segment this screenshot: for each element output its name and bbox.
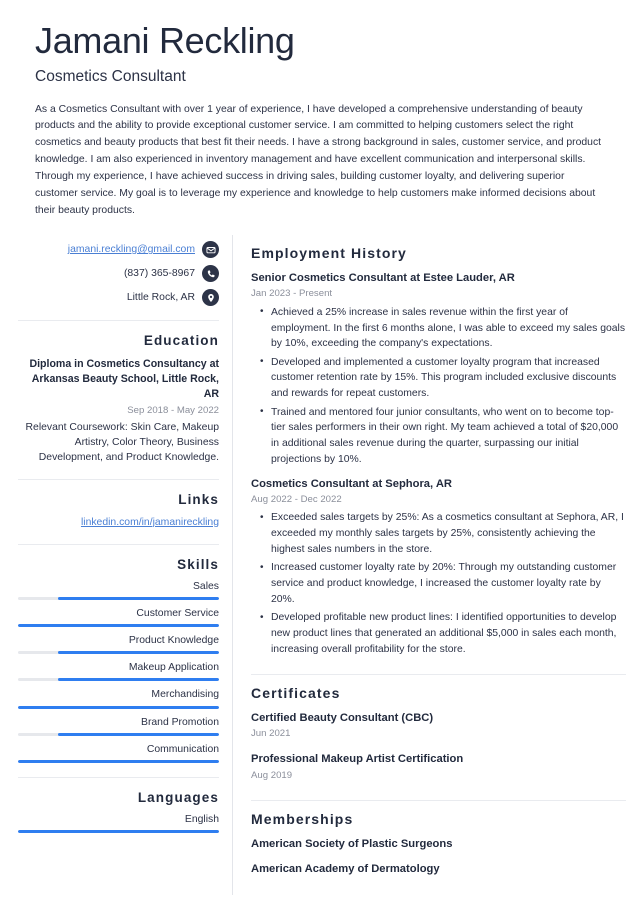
skill-bar-fill	[58, 732, 219, 736]
employment-block: Employment History Senior Cosmetics Cons…	[251, 235, 626, 676]
links-block: Links linkedin.com/in/jamanireckling	[18, 480, 219, 546]
certificates-heading: Certificates	[251, 685, 341, 702]
skill-label: Makeup Application	[128, 662, 219, 674]
memberships-heading: Memberships	[251, 810, 354, 827]
employment-title: Senior Cosmetics Consultant at Estee Lau…	[251, 272, 515, 285]
skill-item: Sales	[18, 580, 219, 601]
phone-icon	[202, 265, 219, 283]
employment-entry: Cosmetics Consultant at Sephora, AR Aug …	[251, 477, 626, 658]
membership-item: American Academy of Dermatology	[251, 863, 440, 876]
links-heading: Links	[178, 492, 219, 508]
skill-label: Sales	[193, 581, 219, 593]
skill-item: Communication	[18, 743, 219, 763]
skill-label: Communication	[146, 743, 219, 755]
employment-bullets: Achieved a 25% increase in sales revenue…	[251, 304, 626, 468]
contact-block: jamani.reckling@gmail.com (837) 365-8967…	[18, 235, 219, 322]
skill-label: Product Knowledge	[128, 635, 219, 647]
employment-bullets: Exceeded sales targets by 25%: As a cosm…	[251, 510, 626, 657]
skill-label: Merchandising	[151, 689, 219, 701]
contact-row-email[interactable]: jamani.reckling@gmail.com	[18, 241, 219, 259]
candidate-job-title: Cosmetics Consultant	[35, 68, 186, 86]
skills-heading: Skills	[177, 557, 219, 573]
education-degree: Diploma in Cosmetics Consultancy at Arka…	[29, 357, 219, 400]
email-text[interactable]: jamani.reckling@gmail.com	[68, 243, 195, 257]
employment-title: Cosmetics Consultant at Sephora, AR	[251, 477, 452, 490]
language-item: English	[18, 813, 219, 833]
phone-text: (837) 365-8967	[123, 268, 195, 280]
education-date: Sep 2018 - May 2022	[127, 404, 219, 416]
education-entry: Diploma in Cosmetics Consultancy at Arka…	[18, 357, 219, 466]
skill-label: Brand Promotion	[141, 716, 219, 728]
skill-bar-track	[18, 732, 219, 736]
resume-header: Jamani Reckling Cosmetics Consultant As …	[0, 0, 640, 219]
skills-block: Skills Sales Customer Service Product Kn…	[18, 545, 219, 778]
education-heading: Education	[143, 333, 219, 349]
language-label: English	[184, 813, 219, 825]
language-bar-fill	[18, 829, 219, 833]
bullet-item: Increased customer loyalty rate by 20%: …	[260, 560, 626, 607]
sidebar-column: jamani.reckling@gmail.com (837) 365-8967…	[0, 235, 232, 895]
skill-bar-track	[18, 624, 219, 628]
certificate-title: Certified Beauty Consultant (CBC)	[251, 711, 434, 724]
skill-bar-fill	[58, 678, 219, 682]
envelope-icon	[202, 241, 219, 259]
skill-bar-track	[18, 678, 219, 682]
skill-label: Customer Service	[136, 608, 219, 620]
education-block: Education Diploma in Cosmetics Consultan…	[18, 321, 219, 481]
location-pin-icon	[202, 289, 219, 307]
main-column: Employment History Senior Cosmetics Cons…	[233, 235, 640, 895]
languages-block: Languages English	[18, 778, 219, 847]
profile-summary: As a Cosmetics Consultant with over 1 ye…	[35, 103, 602, 216]
contact-row-phone[interactable]: (837) 365-8967	[18, 265, 219, 283]
skill-item: Brand Promotion	[18, 716, 219, 736]
language-bar-track	[18, 829, 219, 833]
skill-item: Customer Service	[18, 607, 219, 628]
skill-bar-fill	[18, 759, 219, 763]
certificate-date: Aug 2019	[251, 769, 293, 781]
employment-date: Aug 2022 - Dec 2022	[251, 493, 342, 505]
membership-item: American Society of Plastic Surgeons	[251, 837, 453, 850]
resume-document: Jamani Reckling Cosmetics Consultant As …	[0, 0, 640, 896]
education-description: Relevant Coursework: Skin Care, Makeup A…	[25, 422, 219, 464]
employment-heading: Employment History	[251, 245, 407, 262]
candidate-name: Jamani Reckling	[35, 20, 295, 61]
location-text: Little Rock, AR	[126, 292, 195, 304]
skill-bar-fill	[18, 705, 219, 709]
bullet-item: Exceeded sales targets by 25%: As a cosm…	[260, 510, 626, 557]
contact-row-location: Little Rock, AR	[18, 289, 219, 307]
bullet-item: Developed profitable new product lines: …	[260, 610, 626, 657]
certificate-title: Professional Makeup Artist Certification	[251, 753, 464, 766]
certificate-entry: Professional Makeup Artist Certification…	[251, 752, 626, 783]
skill-bar-fill	[58, 597, 219, 601]
bullet-item: Achieved a 25% increase in sales revenue…	[260, 304, 626, 352]
link-item-linkedin[interactable]: linkedin.com/in/jamanireckling	[18, 516, 219, 531]
languages-heading: Languages	[137, 789, 219, 805]
bullet-item: Trained and mentored four junior consult…	[260, 404, 626, 468]
skill-item: Merchandising	[18, 688, 219, 709]
skill-bar-track	[18, 597, 219, 601]
certificate-date: Jun 2021	[251, 728, 291, 740]
certificates-block: Certificates Certified Beauty Consultant…	[251, 675, 626, 801]
employment-date: Jan 2023 - Present	[251, 288, 333, 300]
skill-bar-fill	[58, 651, 219, 655]
skill-item: Makeup Application	[18, 661, 219, 682]
skill-item: Product Knowledge	[18, 634, 219, 655]
skill-bar-track	[18, 651, 219, 655]
skill-bar-fill	[18, 624, 219, 628]
bullet-item: Developed and implemented a customer loy…	[260, 354, 626, 402]
skill-bar-track	[18, 759, 219, 763]
employment-entry: Senior Cosmetics Consultant at Estee Lau…	[251, 271, 626, 468]
certificate-entry: Certified Beauty Consultant (CBC) Jun 20…	[251, 711, 626, 742]
memberships-block: Memberships American Society of Plastic …	[251, 801, 626, 892]
skill-bar-track	[18, 705, 219, 709]
resume-body: jamani.reckling@gmail.com (837) 365-8967…	[0, 235, 640, 896]
